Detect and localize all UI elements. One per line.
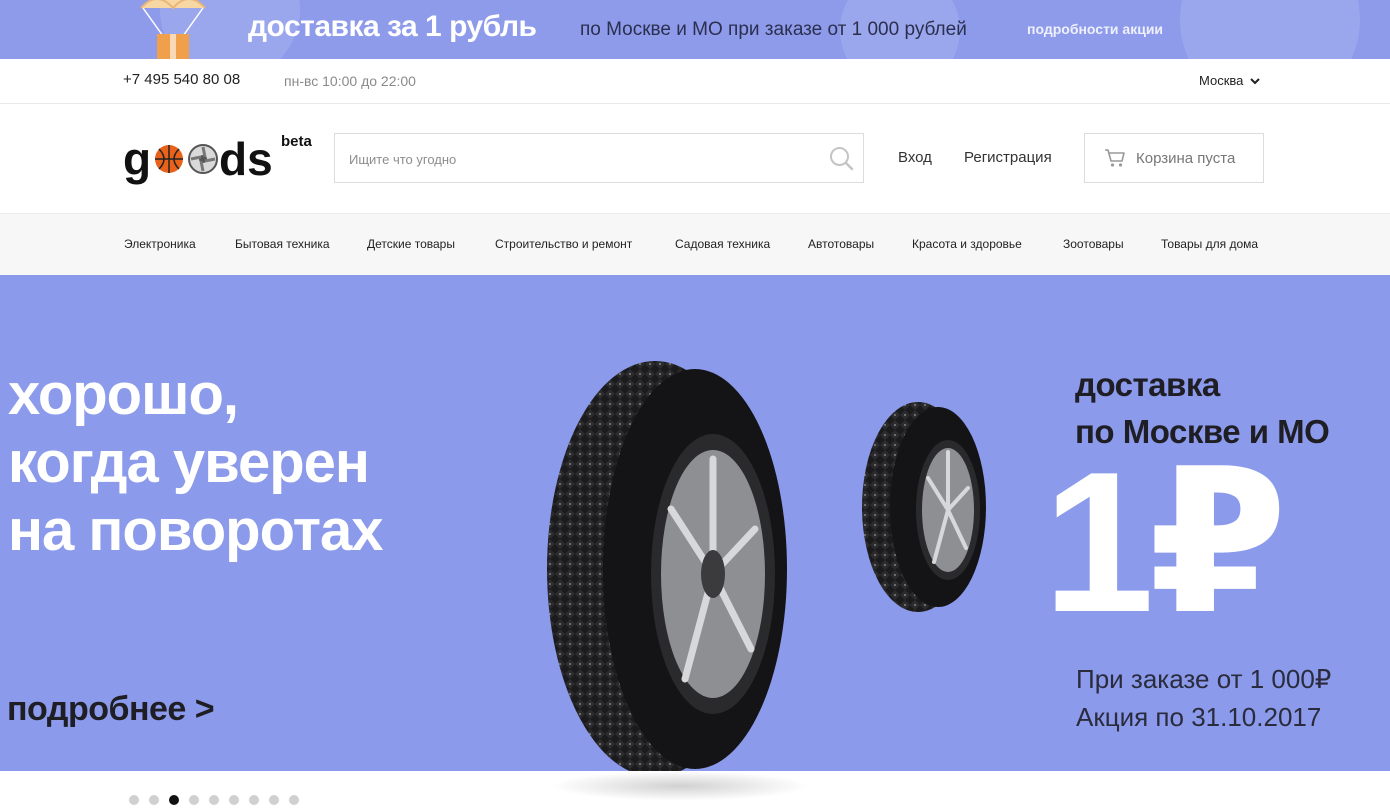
search-box[interactable] [334,133,864,183]
goods-logo-icon: g ds [123,133,273,185]
nav-item-auto[interactable]: Автотовары [808,237,874,251]
search-input[interactable] [349,148,819,170]
hero-headline-line: хорошо, [8,362,239,427]
category-nav: Электроника Бытовая техника Детские това… [0,214,1390,275]
beta-badge: beta [281,133,312,150]
hero-conditions: При заказе от 1 000₽ Акция по 31.10.2017 [1076,660,1331,736]
nav-item-kids[interactable]: Детские товары [367,237,455,251]
hero-more-link[interactable]: подробнее > [7,690,215,729]
hero-delivery-line: доставка [1075,366,1220,403]
logo[interactable]: g ds beta [123,131,323,186]
info-bar: +7 495 540 80 08 пн-вс 10:00 до 22:00 Мо… [0,59,1390,104]
nav-item-pets[interactable]: Зоотовары [1063,237,1124,251]
svg-text:g: g [123,133,151,185]
carousel-dot[interactable] [149,795,159,805]
carousel-dot[interactable] [189,795,199,805]
search-icon[interactable] [829,146,854,171]
hero-banner[interactable]: хорошо, когда уверен на поворотах подроб… [0,275,1390,771]
nav-item-electronics[interactable]: Электроника [124,237,196,251]
tire-image [547,361,787,771]
login-link[interactable]: Вход [898,149,932,166]
carousel-dot[interactable] [229,795,239,805]
promo-details-link[interactable]: подробности акции [1027,21,1163,37]
cart-label: Корзина пуста [1136,149,1236,167]
hero-headline: хорошо, когда уверен на поворотах [8,361,384,565]
cart-button[interactable]: Корзина пуста [1084,133,1264,183]
chevron-down-icon [1250,77,1261,84]
city-label: Москва [1199,73,1244,88]
phone-number[interactable]: +7 495 540 80 08 [123,71,240,88]
nav-item-beauty[interactable]: Красота и здоровье [912,237,1022,251]
nav-item-appliances[interactable]: Бытовая техника [235,237,330,251]
hero-headline-line: когда уверен [8,430,370,495]
svg-text:ds: ds [219,133,273,185]
promo-banner[interactable]: доставка за 1 рубль по Москве и МО при з… [0,0,1390,59]
carousel-dot[interactable] [209,795,219,805]
carousel-dot[interactable] [269,795,279,805]
hero-condition-line: При заказе от 1 000₽ [1076,664,1332,694]
register-link[interactable]: Регистрация [964,149,1052,166]
hero-condition-line: Акция по 31.10.2017 [1076,702,1322,732]
promo-subtitle: по Москве и МО при заказе от 1 000 рубле… [580,19,967,40]
working-hours: пн-вс 10:00 до 22:00 [284,73,416,89]
carousel-dot[interactable] [169,795,179,805]
carousel-dot[interactable] [289,795,299,805]
tire-image-small [862,402,986,612]
nav-item-construction[interactable]: Строительство и ремонт [495,237,632,251]
carousel-dot[interactable] [249,795,259,805]
parachute-box-icon [140,0,206,59]
decorative-blob [1180,0,1360,59]
hero-price: 1₽ [1043,431,1287,654]
promo-title: доставка за 1 рубль [248,10,537,43]
nav-item-garden[interactable]: Садовая техника [675,237,770,251]
nav-item-home[interactable]: Товары для дома [1161,237,1258,251]
city-selector[interactable]: Москва [1199,73,1261,88]
carousel-pager [129,795,299,805]
site-header: g ds beta Вход Регистрация Корзина пуста [0,104,1390,214]
carousel-dot[interactable] [129,795,139,805]
hero-headline-line: на поворотах [8,498,384,563]
cart-icon [1105,149,1125,167]
tire-shadow [550,771,810,801]
